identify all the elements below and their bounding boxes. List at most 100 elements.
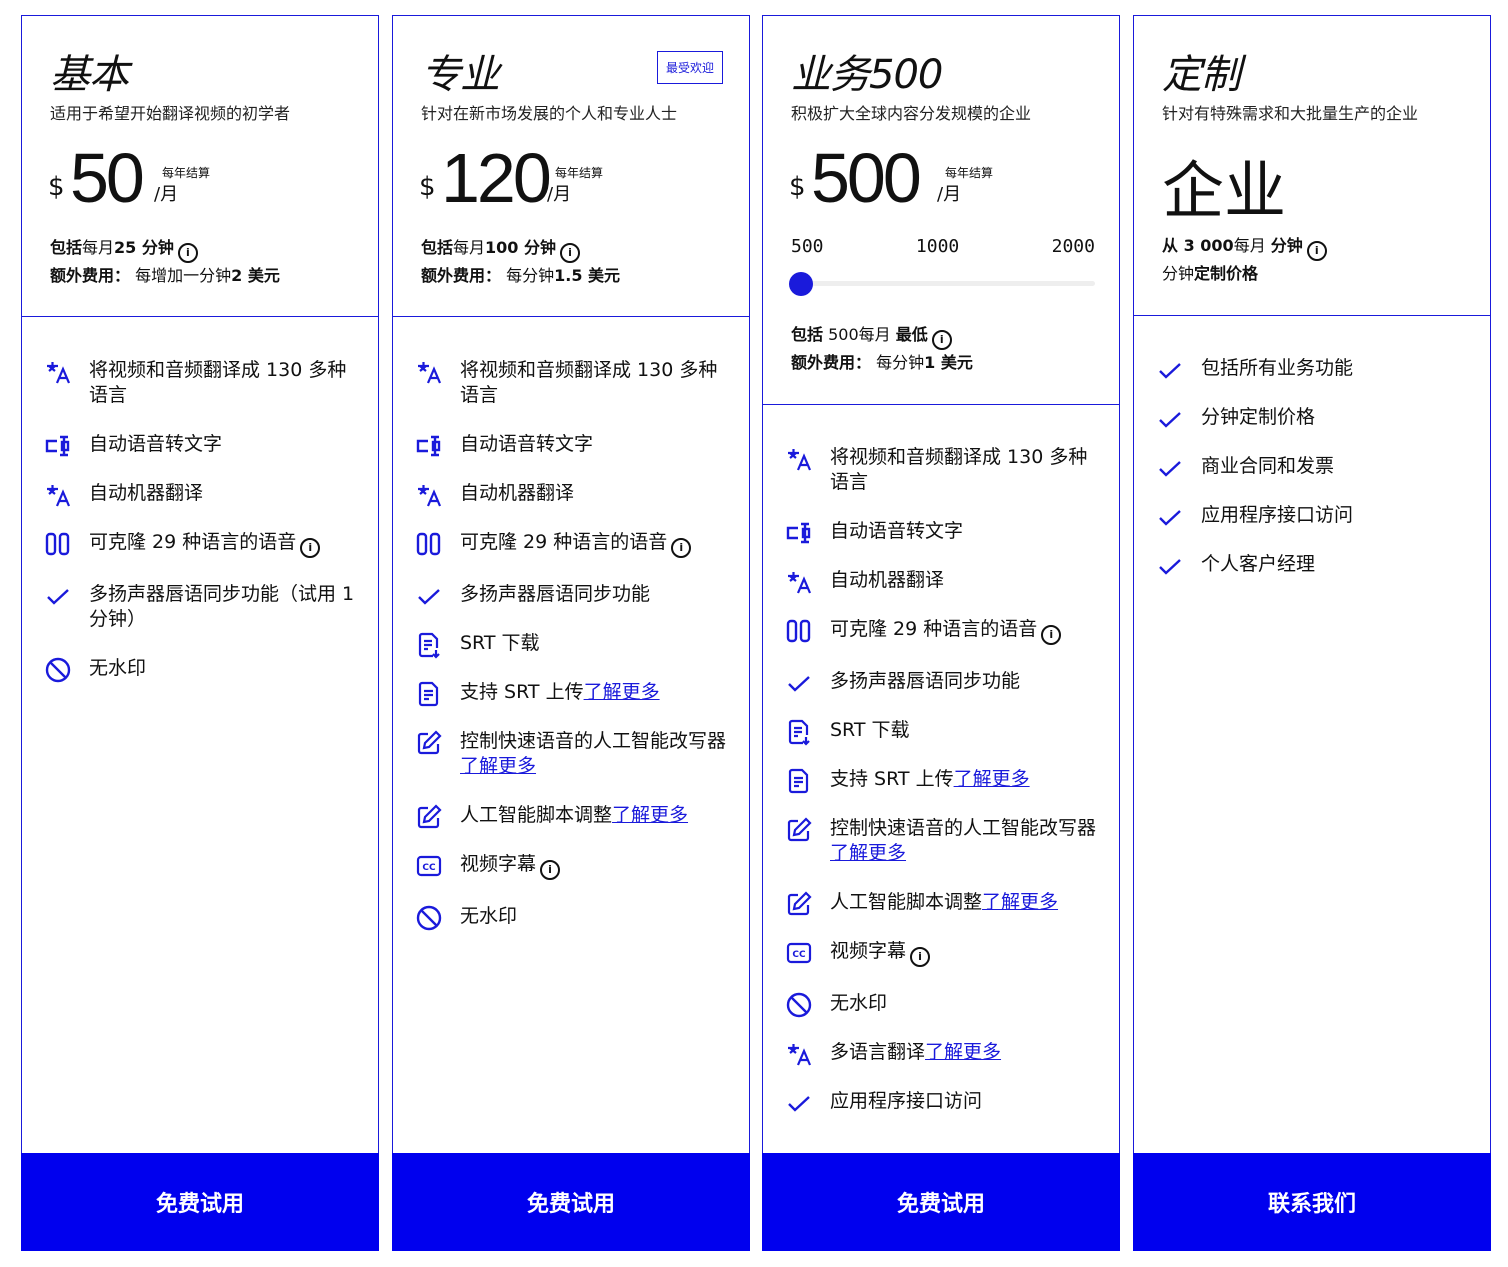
info-icon[interactable]: i xyxy=(300,538,321,558)
feature-text: 包括所有业务功能 xyxy=(1201,357,1354,379)
feature-item: 自动语音转文字 xyxy=(44,432,362,457)
feature-text: 多扬声器唇语同步功能 xyxy=(460,583,651,605)
feature-item: 将视频和音频翻译成 130 多种语言 xyxy=(415,358,733,408)
no-watermark-icon xyxy=(44,656,72,684)
edit-icon xyxy=(415,729,443,757)
included-minutes: 包括每月100 分钟 i xyxy=(421,234,581,263)
currency: $ xyxy=(419,172,436,202)
info-icon[interactable]: i xyxy=(1306,241,1327,261)
included-minutes-value: 100 分钟 xyxy=(485,238,557,257)
plan-subtitle: 针对有特殊需求和大批量生产的企业 xyxy=(1162,104,1419,123)
feature-text: 自动语音转文字 xyxy=(89,433,223,455)
feature-text: 支持 SRT 上传 xyxy=(460,681,584,703)
feature-item: 无水印 xyxy=(415,904,733,931)
translate-icon xyxy=(415,481,443,509)
plan-header: 业务500 积极扩大全球内容分发规模的企业 $ 500 每年结算 /月 500 … xyxy=(763,16,1119,405)
translate-icon xyxy=(415,358,443,386)
info-icon[interactable]: i xyxy=(560,243,581,263)
included-label: 包括 xyxy=(50,238,83,257)
edit-icon xyxy=(785,890,813,918)
slider-tick: 500 xyxy=(791,236,824,257)
custom-pricing-value: 定制价格 xyxy=(1194,264,1259,283)
feature-text: 无水印 xyxy=(460,905,518,927)
enterprise-label: 企业 xyxy=(1162,154,1287,227)
translate-icon xyxy=(44,481,72,509)
feature-item: 自动机器翻译 xyxy=(785,568,1103,596)
minutes-slider-track[interactable] xyxy=(791,281,1095,286)
feature-item: 多扬声器唇语同步功能 xyxy=(415,582,733,607)
learn-more-link[interactable]: 了解更多 xyxy=(830,842,906,864)
included-minutes: 包括 500每月 最低 i xyxy=(791,321,952,350)
edit-icon xyxy=(415,803,443,831)
feature-text: 将视频和音频翻译成 130 多种语言 xyxy=(89,359,347,406)
feature-item: CC 视频字幕 i xyxy=(415,852,733,880)
plan-subtitle: 适用于希望开始翻译视频的初学者 xyxy=(50,104,291,123)
free-trial-button[interactable]: 免费试用 xyxy=(21,1153,379,1251)
included-minimum: 最低 xyxy=(895,325,928,344)
info-icon[interactable]: i xyxy=(1041,625,1062,645)
contact-us-button[interactable]: 联系我们 xyxy=(1133,1153,1491,1251)
feature-item: 控制快速语音的人工智能改写器了解更多 xyxy=(785,816,1103,866)
check-icon xyxy=(1156,552,1184,580)
feature-item: 可克隆 29 种语言的语音 i xyxy=(785,617,1103,645)
feature-text: 无水印 xyxy=(89,657,147,679)
plan-card-custom: 定制 针对有特殊需求和大批量生产的企业 企业 从 3 000每月 分钟 i 分钟定… xyxy=(1133,15,1491,1251)
free-trial-button[interactable]: 免费试用 xyxy=(392,1153,750,1251)
free-trial-button[interactable]: 免费试用 xyxy=(762,1153,1120,1251)
currency: $ xyxy=(789,172,806,202)
speech-to-text-icon xyxy=(44,432,72,460)
speech-to-text-icon xyxy=(785,519,813,547)
minutes-slider-handle[interactable] xyxy=(789,272,813,296)
plan-title: 业务500 xyxy=(791,52,943,98)
learn-more-link[interactable]: 了解更多 xyxy=(982,891,1058,913)
feature-item: 将视频和音频翻译成 130 多种语言 xyxy=(785,445,1103,495)
feature-text: SRT 下载 xyxy=(830,719,910,741)
voice-clone-icon xyxy=(415,530,443,558)
captions-icon: CC xyxy=(415,852,443,880)
srt-download-icon xyxy=(785,718,813,746)
info-icon[interactable]: i xyxy=(540,860,561,880)
learn-more-link[interactable]: 了解更多 xyxy=(925,1041,1001,1063)
feature-text: 分钟定制价格 xyxy=(1201,406,1316,428)
included-label: 从 3 000 xyxy=(1162,236,1234,255)
plan-title: 专业 xyxy=(421,52,500,98)
feature-text: 自动机器翻译 xyxy=(830,569,945,591)
feature-item: 多扬声器唇语同步功能（试用 1 分钟） xyxy=(44,582,362,632)
extra-fee-label: 额外费用： xyxy=(791,353,872,372)
feature-item: CC 视频字幕 i xyxy=(785,939,1103,967)
learn-more-link[interactable]: 了解更多 xyxy=(612,804,688,826)
feature-item: 应用程序接口访问 xyxy=(1156,503,1474,528)
extra-fee-text: 每分钟 xyxy=(506,266,555,285)
feature-item: 自动机器翻译 xyxy=(44,481,362,509)
feature-text: 自动机器翻译 xyxy=(89,482,204,504)
learn-more-link[interactable]: 了解更多 xyxy=(460,755,536,777)
billing-period: 每年结算 xyxy=(555,166,604,180)
feature-item: SRT 下载 xyxy=(415,631,733,659)
plan-header: 专业 最受欢迎 针对在新市场发展的个人和专业人士 $ 120 每年结算 /月 包… xyxy=(393,16,749,317)
captions-icon: CC xyxy=(785,939,813,967)
translate-icon xyxy=(785,568,813,596)
feature-item: 分钟定制价格 xyxy=(1156,405,1474,430)
feature-item: 自动机器翻译 xyxy=(415,481,733,509)
feature-list: 将视频和音频翻译成 130 多种语言 自动语音转文字 自动机器翻译 可克隆 29 种语… xyxy=(785,445,1103,1138)
plan-header: 定制 针对有特殊需求和大批量生产的企业 企业 从 3 000每月 分钟 i 分钟定… xyxy=(1134,16,1490,316)
included-label: 包括 xyxy=(421,238,454,257)
feature-text: 视频字幕 xyxy=(830,940,907,962)
info-icon[interactable]: i xyxy=(931,330,952,350)
price-unit: /月 xyxy=(937,184,962,205)
included-label: 包括 xyxy=(791,325,824,344)
plan-header: 基本 适用于希望开始翻译视频的初学者 $ 50 每年结算 /月 包括每月25 分… xyxy=(22,16,378,317)
learn-more-link[interactable]: 了解更多 xyxy=(584,681,660,703)
srt-download-icon xyxy=(415,631,443,659)
feature-text: 自动语音转文字 xyxy=(460,433,594,455)
learn-more-link[interactable]: 了解更多 xyxy=(954,768,1030,790)
info-icon[interactable]: i xyxy=(910,947,931,967)
extra-fee-label: 额外费用： xyxy=(50,266,131,285)
plan-card-pro: 专业 最受欢迎 针对在新市场发展的个人和专业人士 $ 120 每年结算 /月 包… xyxy=(392,15,750,1251)
info-icon[interactable]: i xyxy=(671,538,692,558)
feature-item: 包括所有业务功能 xyxy=(1156,356,1474,381)
info-icon[interactable]: i xyxy=(177,243,198,263)
voice-clone-icon xyxy=(785,617,813,645)
check-icon xyxy=(1156,356,1184,384)
feature-item: 多语言翻译了解更多 xyxy=(785,1040,1103,1066)
